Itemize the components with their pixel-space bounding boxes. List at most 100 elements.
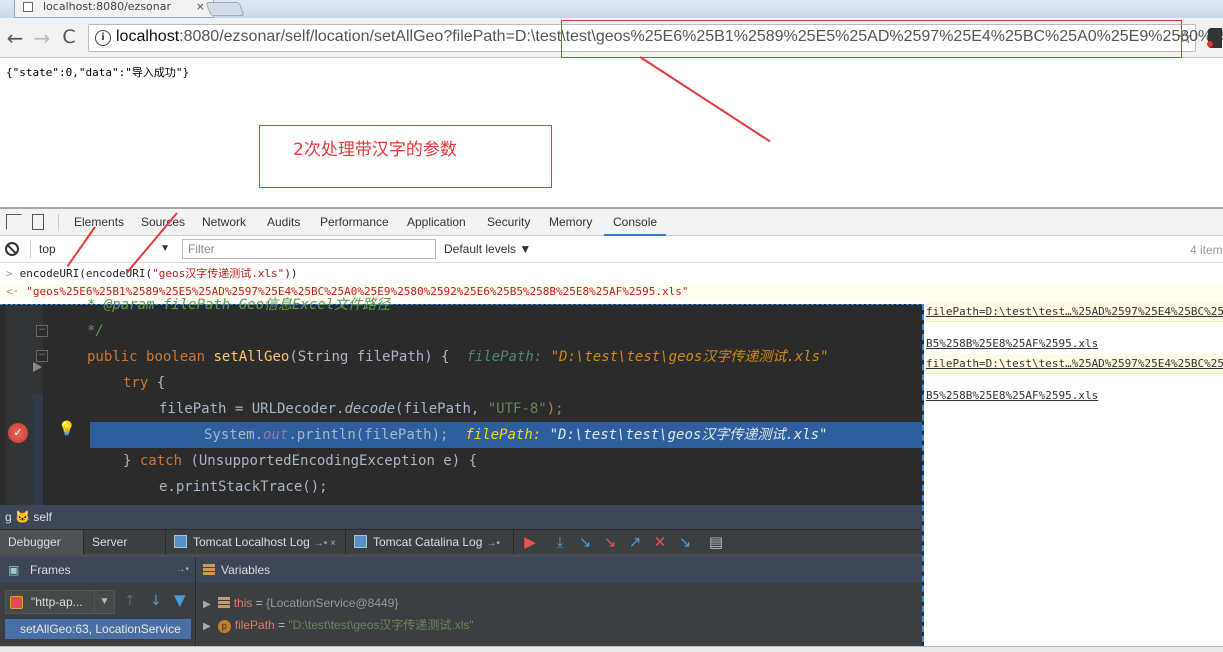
equals: =: [252, 596, 267, 610]
close-tab-icon[interactable]: ×: [196, 0, 205, 14]
filter-input[interactable]: Filter: [182, 239, 436, 259]
code-line: public boolean setAllGeo(String filePath…: [45, 344, 922, 370]
run-config-name: self: [33, 510, 53, 524]
extension-badge: [1207, 41, 1213, 47]
annotation-text: 2次处理带汉字的参数: [293, 140, 457, 160]
code-text: (String filePath) {: [289, 349, 467, 365]
editor-gutter: [5, 305, 31, 505]
expand-arrow-icon[interactable]: ▶: [203, 599, 211, 610]
tab-application[interactable]: Application: [407, 215, 466, 229]
tab-tomcat-catalina-log[interactable]: Tomcat Catalina Log →•: [346, 530, 514, 555]
code-comment: * @param filePath Geo信息Excel文件路径: [87, 297, 391, 313]
back-arrow-icon[interactable]: ←: [4, 26, 26, 50]
tomcat-icon: 🐱: [15, 510, 30, 524]
debugger-panes: ▣ Frames →• Variables "http-ap... ▼ ↑ ↓ …: [0, 557, 922, 652]
run-to-cursor-icon[interactable]: ↘: [676, 533, 694, 551]
dropdown-arrow-icon[interactable]: ▼: [94, 591, 114, 613]
divider: [58, 214, 59, 231]
console-input-close: )): [284, 267, 298, 280]
clear-console-icon[interactable]: [5, 242, 19, 256]
expand-arrow-icon[interactable]: ▶: [203, 621, 211, 632]
equals: =: [274, 618, 289, 632]
url-host: localhost: [116, 28, 180, 45]
code-editor[interactable]: * @param filePath Geo信息Excel文件路径 */ publ…: [45, 297, 922, 505]
thread-select[interactable]: "http-ap... ▼: [5, 590, 115, 614]
object-icon: [217, 597, 230, 608]
code-text: filePath = URLDecoder.: [159, 401, 345, 417]
log-icon: [354, 535, 367, 548]
pin-icon[interactable]: →• ×: [314, 538, 336, 549]
device-toggle-icon[interactable]: [32, 214, 44, 230]
filter-icon[interactable]: ▼: [174, 591, 186, 609]
tab-audits[interactable]: Audits: [267, 215, 300, 229]
pin-icon[interactable]: →•: [175, 557, 189, 583]
keyword: try: [123, 375, 149, 391]
debugger-tab-bar: Debugger Server Tomcat Localhost Log →• ×…: [0, 529, 922, 557]
console-log-link[interactable]: B5%258B%25E8%25AF%2595.xls: [926, 386, 1223, 406]
console-log-link[interactable]: B5%258B%25E8%25AF%2595.xls: [926, 334, 1223, 354]
variables-header: Variables: [197, 557, 922, 583]
frames-header: ▣ Frames →•: [0, 557, 196, 583]
force-step-into-icon[interactable]: ↘: [601, 533, 619, 551]
tab-server[interactable]: Server: [84, 530, 166, 555]
tab-security[interactable]: Security: [487, 215, 530, 229]
tab-performance[interactable]: Performance: [320, 215, 389, 229]
code-text: System.: [204, 427, 264, 443]
log-levels-select[interactable]: Default levels ▼: [444, 242, 531, 256]
breakpoint-icon[interactable]: ✓: [8, 423, 28, 443]
variable-row[interactable]: ▶ this = {LocationService@8449}: [197, 593, 398, 613]
reload-icon[interactable]: C: [58, 26, 80, 48]
keyword: public: [87, 349, 138, 365]
step-out-icon[interactable]: ↗: [626, 533, 644, 551]
tab-console[interactable]: Console: [613, 215, 657, 229]
tab-label: Tomcat Localhost Log: [193, 535, 310, 549]
frame-up-icon[interactable]: ↑: [124, 593, 136, 609]
code-line: */: [45, 318, 922, 344]
context-value: top: [39, 242, 56, 256]
variable-row[interactable]: ▶ p filePath = "D:\test\test\geos汉字传递测试.xl…: [197, 615, 474, 635]
variable-value: "D:\test\test\geos汉字传递测试.xls": [288, 618, 474, 632]
step-into-icon[interactable]: ↘: [576, 533, 594, 551]
tab-elements[interactable]: Elements: [74, 215, 124, 229]
code-text: (UnsupportedEncodingException e) {: [182, 453, 478, 469]
info-icon[interactable]: i: [95, 30, 111, 46]
evaluate-expression-icon[interactable]: ▤: [707, 533, 725, 551]
stack-frame[interactable]: setAllGeo:63, LocationService: [5, 619, 191, 639]
console-log-link[interactable]: filePath=D:\test\test…%25AD%2597%25E4%25…: [926, 302, 1223, 322]
keyword: catch: [139, 453, 183, 469]
browser-tab[interactable]: localhost:8080/ezsonar ×: [14, 0, 214, 18]
inspect-element-icon[interactable]: [6, 214, 22, 230]
horizontal-scrollbar[interactable]: [0, 646, 1223, 652]
debug-window-title: g 🐱 self: [0, 505, 922, 529]
code-text: );: [546, 401, 564, 417]
code-line: try {: [45, 370, 922, 396]
console-input-string: "geos汉字传递测试.xls": [152, 267, 285, 280]
drop-frame-icon[interactable]: ✕: [651, 533, 669, 551]
show-execution-point-icon[interactable]: ▶: [521, 533, 539, 551]
inlay-hint-name: filePath:: [465, 427, 542, 443]
frame-down-icon[interactable]: ↓: [150, 593, 162, 609]
forward-arrow-icon[interactable]: →: [31, 26, 53, 50]
step-over-icon[interactable]: ⤓: [551, 533, 569, 551]
json-response: {"state":0,"data":"导入成功"}: [6, 66, 190, 79]
inlay-hint-value: "D:\test\test\geos汉字传递测试.xls": [541, 427, 828, 443]
static-field: out: [263, 427, 289, 443]
code-text: {: [148, 375, 166, 391]
console-log-link[interactable]: filePath=D:\test\test…%25AD%2597%25E4%25…: [926, 354, 1223, 374]
new-tab-button[interactable]: [205, 2, 245, 16]
tab-network[interactable]: Network: [202, 215, 246, 229]
console-input-code: encodeURI(encodeURI(: [19, 267, 153, 280]
annotation-url-highlight: [561, 20, 1182, 58]
code-text: .println(filePath);: [288, 427, 466, 443]
pin-icon[interactable]: →•: [486, 538, 500, 549]
code-line: * @param filePath Geo信息Excel文件路径: [45, 292, 922, 318]
tab-debugger[interactable]: Debugger: [0, 530, 84, 555]
input-prompt-icon: >: [6, 267, 13, 280]
tab-tomcat-localhost-log[interactable]: Tomcat Localhost Log →• ×: [166, 530, 346, 555]
variables-icon: [203, 564, 215, 576]
console-input-line: > encodeURI(encodeURI("geos汉字传递测试.xls")): [0, 266, 1223, 283]
output-prompt-icon: <·: [6, 285, 20, 298]
keyword: boolean: [146, 349, 206, 365]
variable-name: this: [233, 596, 253, 610]
tab-memory[interactable]: Memory: [549, 215, 592, 229]
